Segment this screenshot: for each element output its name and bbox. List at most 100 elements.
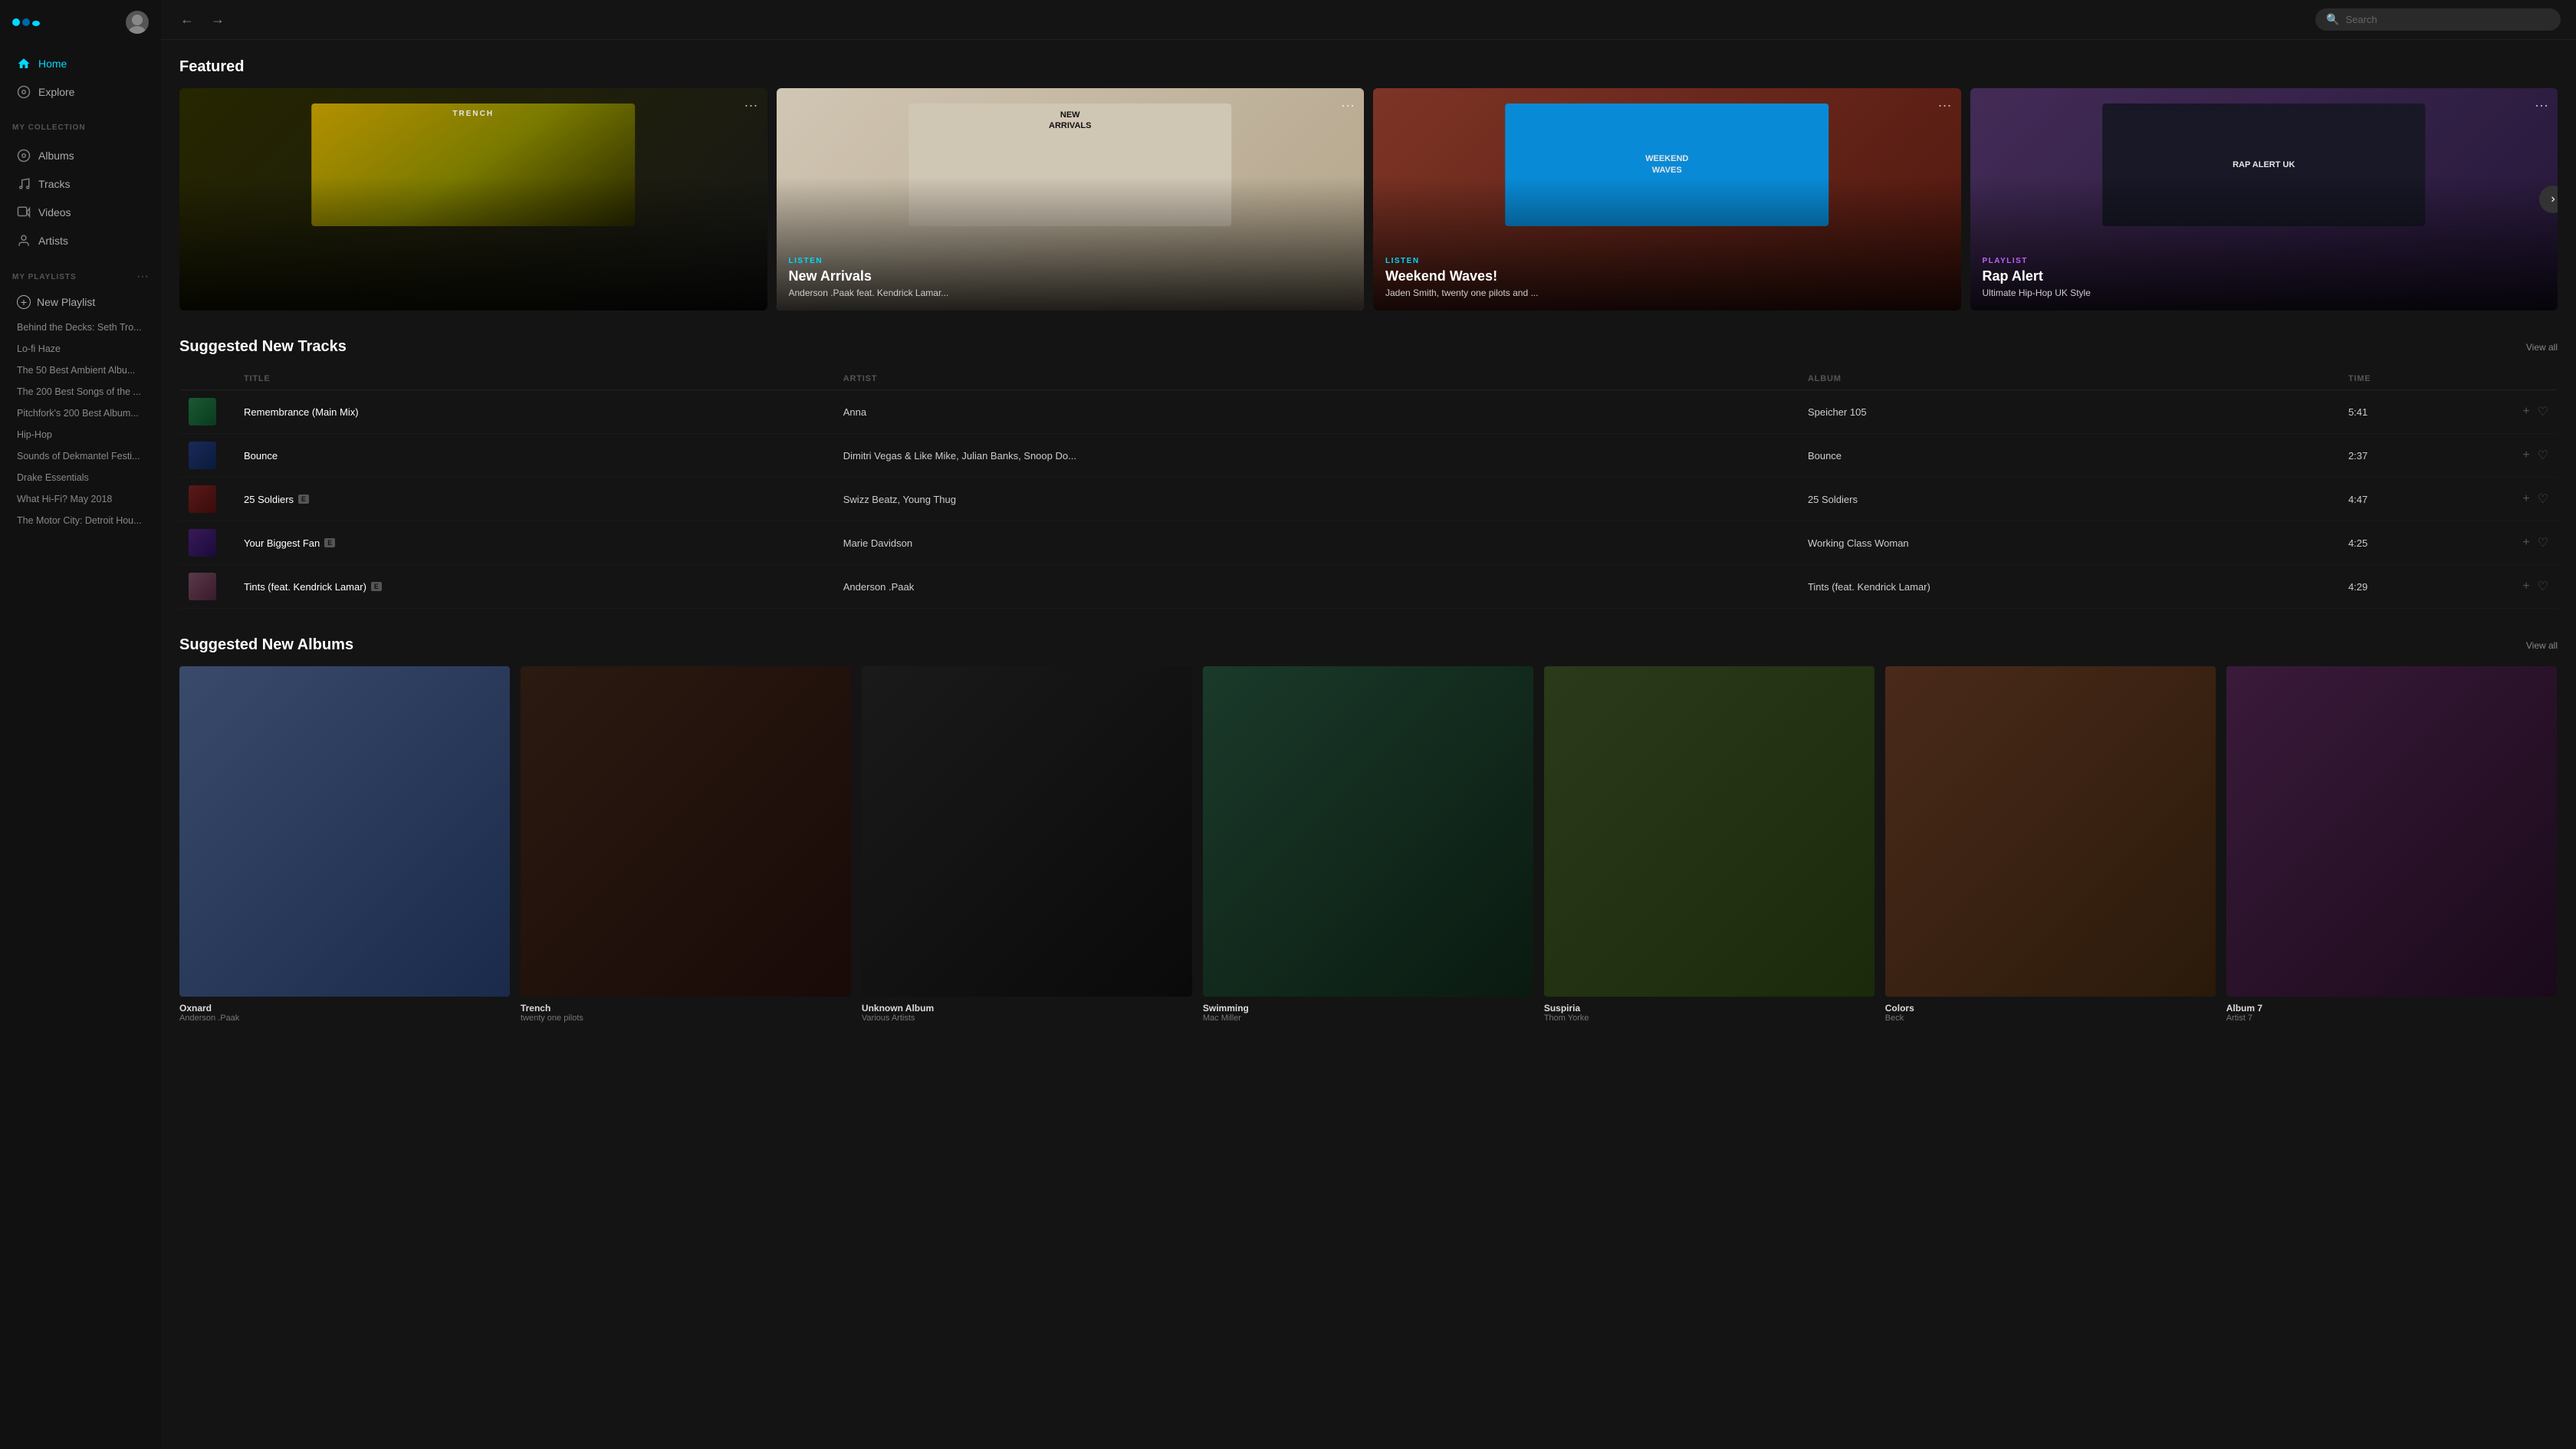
col-time-header: TIME [2339, 368, 2496, 390]
tidal-dot-1 [12, 18, 20, 26]
track-actions: + ♡ [2505, 579, 2548, 594]
tidal-dot-3 [32, 21, 40, 26]
add-track-button[interactable]: + [2522, 405, 2529, 419]
track-time-cell: 2:37 [2339, 434, 2496, 478]
playlist-item[interactable]: What Hi-Fi? May 2018 [5, 488, 156, 510]
track-album-cell: 25 Soldiers [1799, 478, 2339, 521]
table-row[interactable]: 25 Soldiers E Swizz Beatz, Young Thug 25… [179, 478, 2558, 521]
track-thumbnail [189, 485, 216, 513]
track-album-cell: Speicher 105 [1799, 390, 2339, 434]
sidebar-item-home[interactable]: Home [5, 50, 156, 77]
albums-section-title: Suggested New Albums [179, 636, 353, 654]
featured-subtitle-2: Jaden Smith, twenty one pilots and ... [1385, 288, 1949, 298]
sidebar-videos-label: Videos [38, 206, 71, 219]
featured-card-1[interactable]: NEWARRIVALS ··· LISTEN New Arrivals Ande… [777, 88, 1365, 310]
track-actions-cell: + ♡ [2496, 478, 2558, 521]
track-title-wrapper: Tints (feat. Kendrick Lamar) E [244, 581, 825, 593]
albums-view-all-button[interactable]: View all [2526, 640, 2558, 651]
track-name: Remembrance (Main Mix) [244, 406, 359, 418]
forward-button[interactable]: → [207, 9, 228, 31]
track-title-wrapper: 25 Soldiers E [244, 494, 825, 505]
artist-icon [17, 234, 31, 248]
table-row[interactable]: Your Biggest Fan E Marie Davidson Workin… [179, 521, 2558, 565]
playlists-more-button[interactable]: ··· [136, 271, 149, 283]
playlist-item[interactable]: The 50 Best Ambient Albu... [5, 360, 156, 381]
track-name: Tints (feat. Kendrick Lamar) [244, 581, 366, 593]
track-thumb-cell [179, 565, 235, 609]
album-artist: Thom Yorke [1544, 1014, 1875, 1023]
search-icon: 🔍 [2326, 13, 2339, 26]
featured-more-1[interactable]: ··· [1341, 97, 1355, 113]
track-artist-cell: Anna [834, 390, 1799, 434]
playlist-item[interactable]: Drake Essentials [5, 467, 156, 488]
album-artist: Beck [1885, 1014, 2216, 1023]
col-artist-header: ARTIST [834, 368, 1799, 390]
track-actions-cell: + ♡ [2496, 390, 2558, 434]
albums-section-header: Suggested New Albums View all [179, 636, 2558, 654]
featured-card-0[interactable]: ··· LISTEN twenty one pilots Trench [179, 88, 767, 310]
sidebar-item-explore[interactable]: Explore [5, 78, 156, 106]
track-album-cell: Bounce [1799, 434, 2339, 478]
playlist-item[interactable]: Pitchfork's 200 Best Album... [5, 402, 156, 424]
sidebar-item-artists[interactable]: Artists [5, 227, 156, 255]
favorite-track-button[interactable]: ♡ [2538, 579, 2548, 594]
album-card[interactable]: Suspiria Thom Yorke [1544, 666, 1875, 1023]
track-title-cell: Bounce [235, 434, 834, 478]
track-thumb-cell [179, 434, 235, 478]
album-card[interactable]: Oxnard Anderson .Paak [179, 666, 510, 1023]
featured-more-0[interactable]: ··· [744, 97, 758, 113]
album-artist: Various Artists [862, 1014, 1192, 1023]
album-card[interactable]: Unknown Album Various Artists [862, 666, 1192, 1023]
add-track-button[interactable]: + [2522, 536, 2529, 550]
playlist-item[interactable]: The 200 Best Songs of the ... [5, 381, 156, 402]
sidebar-nav: Home Explore [0, 44, 161, 111]
album-card[interactable]: Album 7 Artist 7 [2226, 666, 2557, 1023]
table-row[interactable]: Bounce Dimitri Vegas & Like Mike, Julian… [179, 434, 2558, 478]
sidebar-item-tracks[interactable]: Tracks [5, 170, 156, 198]
playlist-item[interactable]: Hip-Hop [5, 424, 156, 445]
avatar[interactable] [126, 11, 149, 34]
album-card[interactable]: Colors Beck [1885, 666, 2216, 1023]
tracks-icon [17, 177, 31, 191]
featured-tag-3: PLAYLIST [1983, 257, 2546, 265]
add-track-button[interactable]: + [2522, 449, 2529, 462]
favorite-track-button[interactable]: ♡ [2538, 448, 2548, 463]
featured-tag-1: LISTEN [789, 257, 1352, 265]
featured-card-3[interactable]: RAP ALERT UK ··· PLAYLIST Rap Alert Ulti… [1970, 88, 2558, 310]
track-album-cell: Working Class Woman [1799, 521, 2339, 565]
album-thumbnail [2226, 666, 2557, 997]
explore-icon [17, 85, 31, 99]
featured-more-2[interactable]: ··· [1938, 97, 1952, 113]
back-button[interactable]: ← [176, 9, 198, 31]
album-card[interactable]: Swimming Mac Miller [1203, 666, 1533, 1023]
table-row[interactable]: Tints (feat. Kendrick Lamar) E Anderson … [179, 565, 2558, 609]
featured-tag-2: LISTEN [1385, 257, 1949, 265]
new-playlist-button[interactable]: + New Playlist [5, 288, 156, 316]
sidebar-item-albums[interactable]: Albums [5, 142, 156, 169]
track-title-cell: 25 Soldiers E [235, 478, 834, 521]
tracks-view-all-button[interactable]: View all [2526, 342, 2558, 353]
track-title-cell: Your Biggest Fan E [235, 521, 834, 565]
playlist-item[interactable]: Behind the Decks: Seth Tro... [5, 317, 156, 338]
search-input[interactable] [2345, 14, 2550, 25]
playlist-item[interactable]: Lo-fi Haze [5, 338, 156, 360]
album-title: Oxnard [179, 1003, 510, 1014]
favorite-track-button[interactable]: ♡ [2538, 491, 2548, 507]
sidebar-item-videos[interactable]: Videos [5, 199, 156, 226]
track-title-wrapper: Your Biggest Fan E [244, 537, 825, 549]
album-thumbnail [1885, 666, 2216, 997]
track-artist-cell: Dimitri Vegas & Like Mike, Julian Banks,… [834, 434, 1799, 478]
track-actions-cell: + ♡ [2496, 565, 2558, 609]
add-track-button[interactable]: + [2522, 580, 2529, 593]
table-row[interactable]: Remembrance (Main Mix) Anna Speicher 105… [179, 390, 2558, 434]
playlist-item[interactable]: Sounds of Dekmantel Festi... [5, 445, 156, 467]
playlist-item[interactable]: The Motor City: Detroit Hou... [5, 510, 156, 531]
album-card[interactable]: Trench twenty one pilots [521, 666, 851, 1023]
track-actions-cell: + ♡ [2496, 434, 2558, 478]
favorite-track-button[interactable]: ♡ [2538, 535, 2548, 550]
track-title-cell: Tints (feat. Kendrick Lamar) E [235, 565, 834, 609]
add-track-button[interactable]: + [2522, 492, 2529, 506]
featured-card-2[interactable]: WEEKENDWAVES ··· LISTEN Weekend Waves! J… [1373, 88, 1961, 310]
favorite-track-button[interactable]: ♡ [2538, 404, 2548, 419]
featured-more-3[interactable]: ··· [2535, 97, 2548, 113]
